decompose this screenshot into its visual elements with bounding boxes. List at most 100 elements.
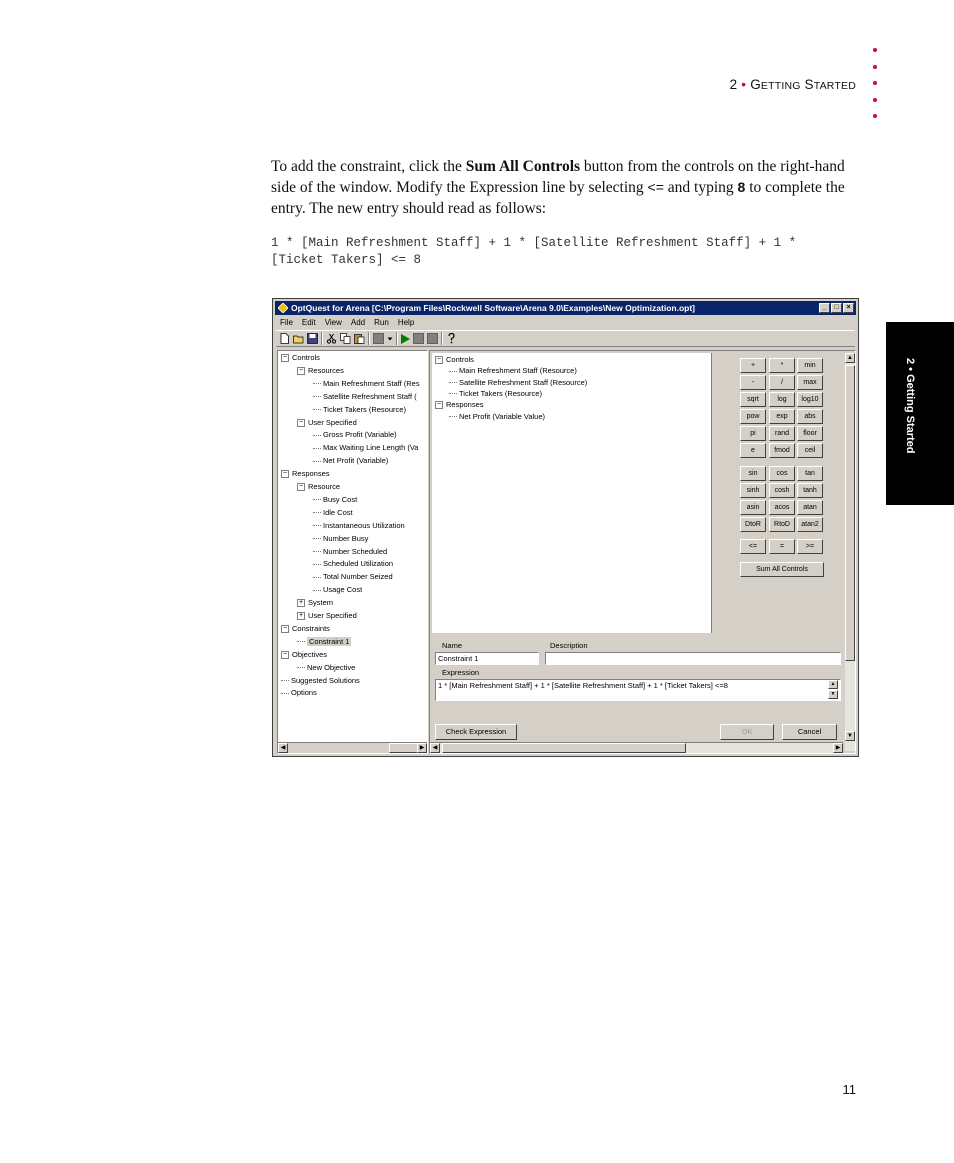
tree-item[interactable]: − User Specified [297, 417, 357, 429]
pause-icon[interactable] [413, 333, 424, 344]
name-field[interactable]: Constraint 1 [435, 652, 539, 665]
scroll-thumb[interactable] [389, 743, 419, 753]
tree-item[interactable]: Satellite Refreshment Staff (Resource) [449, 377, 587, 389]
menu-help[interactable]: Help [398, 316, 414, 329]
collapse-icon[interactable]: − [281, 470, 289, 479]
save-icon[interactable] [307, 333, 318, 344]
right-vertical-scrollbar[interactable]: ▲ ▼ [845, 353, 855, 751]
tree-item[interactable]: New Objective [297, 662, 355, 674]
tree-item[interactable]: Instantaneous Utilization [313, 520, 405, 532]
tree-item[interactable]: − Resources [297, 365, 344, 377]
collapse-icon[interactable]: − [297, 483, 305, 492]
tree-item[interactable]: − Controls [435, 354, 474, 366]
scroll-down-arrow-icon[interactable]: ▼ [845, 731, 855, 741]
help-icon[interactable] [446, 333, 457, 344]
keypad-button[interactable]: max [797, 375, 823, 390]
collapse-icon[interactable]: − [435, 356, 443, 365]
tree-item[interactable]: Gross Profit (Variable) [313, 429, 397, 441]
check-expression-button[interactable]: Check Expression [435, 724, 517, 740]
tree-item[interactable]: Ticket Takers (Resource) [449, 388, 542, 400]
cut-icon[interactable] [326, 333, 337, 344]
copy-icon[interactable] [340, 333, 351, 344]
collapse-icon[interactable]: − [281, 354, 289, 363]
keypad-button[interactable]: sqrt [740, 392, 766, 407]
description-field[interactable] [545, 652, 841, 665]
collapse-icon[interactable]: − [297, 366, 305, 375]
keypad-button[interactable]: + [740, 358, 766, 373]
expand-icon[interactable]: + [297, 599, 305, 608]
keypad-button[interactable]: atan [797, 500, 823, 515]
menu-file[interactable]: File [280, 316, 293, 329]
scroll-left-arrow-icon[interactable]: ◀ [430, 743, 440, 753]
tree-item[interactable]: Ticket Takers (Resource) [313, 404, 406, 416]
minimize-button[interactable]: _ [819, 303, 830, 313]
keypad-button[interactable]: floor [797, 426, 823, 441]
tree-item[interactable]: Idle Cost [313, 507, 353, 519]
keypad-button[interactable]: tanh [797, 483, 823, 498]
tree-item[interactable]: + User Specified [297, 610, 357, 622]
stop-icon[interactable] [373, 333, 384, 344]
tree-item[interactable]: + System [297, 597, 333, 609]
collapse-icon[interactable]: − [281, 650, 289, 659]
keypad-button[interactable]: DtoR [740, 517, 766, 532]
tree-item[interactable]: − Objectives [281, 649, 327, 661]
tree-item[interactable]: Suggested Solutions [281, 675, 360, 687]
tree-item[interactable]: − Constraints [281, 623, 330, 635]
maximize-button[interactable]: □ [831, 303, 842, 313]
tree-item[interactable]: Options [281, 687, 317, 699]
keypad-button[interactable]: cosh [769, 483, 795, 498]
open-folder-icon[interactable] [293, 333, 304, 344]
scroll-up-arrow-icon[interactable]: ▲ [845, 353, 855, 363]
dropdown-arrow-icon[interactable] [387, 333, 393, 344]
collapse-icon[interactable]: − [435, 401, 443, 410]
keypad-button[interactable]: min [797, 358, 823, 373]
tree-item[interactable]: Number Busy [313, 533, 368, 545]
tree-item[interactable]: − Responses [281, 468, 330, 480]
tree-item[interactable]: Max Waiting Line Length (Va [313, 442, 418, 454]
keypad-button[interactable]: asin [740, 500, 766, 515]
run-play-icon[interactable] [401, 333, 410, 344]
collapse-icon[interactable]: − [281, 624, 289, 633]
keypad-button[interactable]: RtoD [769, 517, 795, 532]
compare-button[interactable]: <= [740, 539, 766, 554]
scroll-thumb[interactable] [442, 743, 686, 753]
tree-horizontal-scrollbar[interactable]: ◀ ▶ [278, 742, 427, 753]
tree-item[interactable]: Scheduled Utilization [313, 558, 393, 570]
tree-item[interactable]: − Controls [281, 352, 320, 364]
keypad-button[interactable]: abs [797, 409, 823, 424]
paste-icon[interactable] [354, 333, 365, 344]
compare-button[interactable]: = [769, 539, 795, 554]
tree-item[interactable]: Usage Cost [313, 584, 362, 596]
expression-scroll-down-icon[interactable]: ▼ [828, 690, 838, 699]
keypad-button[interactable]: sinh [740, 483, 766, 498]
expression-field[interactable]: 1 * [Main Refreshment Staff] + 1 * [Sate… [435, 679, 841, 701]
compare-button[interactable]: >= [797, 539, 823, 554]
keypad-button[interactable]: / [769, 375, 795, 390]
tree-item[interactable]: Net Profit (Variable) [313, 455, 388, 467]
keypad-button[interactable]: * [769, 358, 795, 373]
keypad-button[interactable]: log10 [797, 392, 823, 407]
collapse-icon[interactable]: − [297, 418, 305, 427]
tree-item[interactable]: Main Refreshment Staff (Res [313, 378, 420, 390]
new-file-icon[interactable] [279, 333, 290, 344]
tree-item[interactable]: Busy Cost [313, 494, 357, 506]
tree-item[interactable]: Constraint 1 [297, 636, 352, 648]
keypad-button[interactable]: rand [769, 426, 795, 441]
keypad-button[interactable]: - [740, 375, 766, 390]
expression-scroll-up-icon[interactable]: ▲ [828, 680, 838, 689]
ok-button[interactable]: OK [720, 724, 774, 740]
keypad-button[interactable]: cos [769, 466, 795, 481]
sum-all-controls-button[interactable]: Sum All Controls [740, 562, 824, 577]
keypad-button[interactable]: pi [740, 426, 766, 441]
cancel-button[interactable]: Cancel [782, 724, 837, 740]
tree-item[interactable]: Net Profit (Variable Value) [449, 411, 545, 423]
scroll-right-arrow-icon[interactable]: ▶ [833, 743, 843, 753]
menu-add[interactable]: Add [351, 316, 365, 329]
tree-item[interactable]: Main Refreshment Staff (Resource) [449, 365, 577, 377]
close-button[interactable]: × [843, 303, 854, 313]
keypad-button[interactable]: sin [740, 466, 766, 481]
tree-item[interactable]: Total Number Seized [313, 571, 393, 583]
keypad-button[interactable]: atan2 [797, 517, 823, 532]
tree-item[interactable]: Satellite Refreshment Staff ( [313, 391, 417, 403]
keypad-button[interactable]: e [740, 443, 766, 458]
